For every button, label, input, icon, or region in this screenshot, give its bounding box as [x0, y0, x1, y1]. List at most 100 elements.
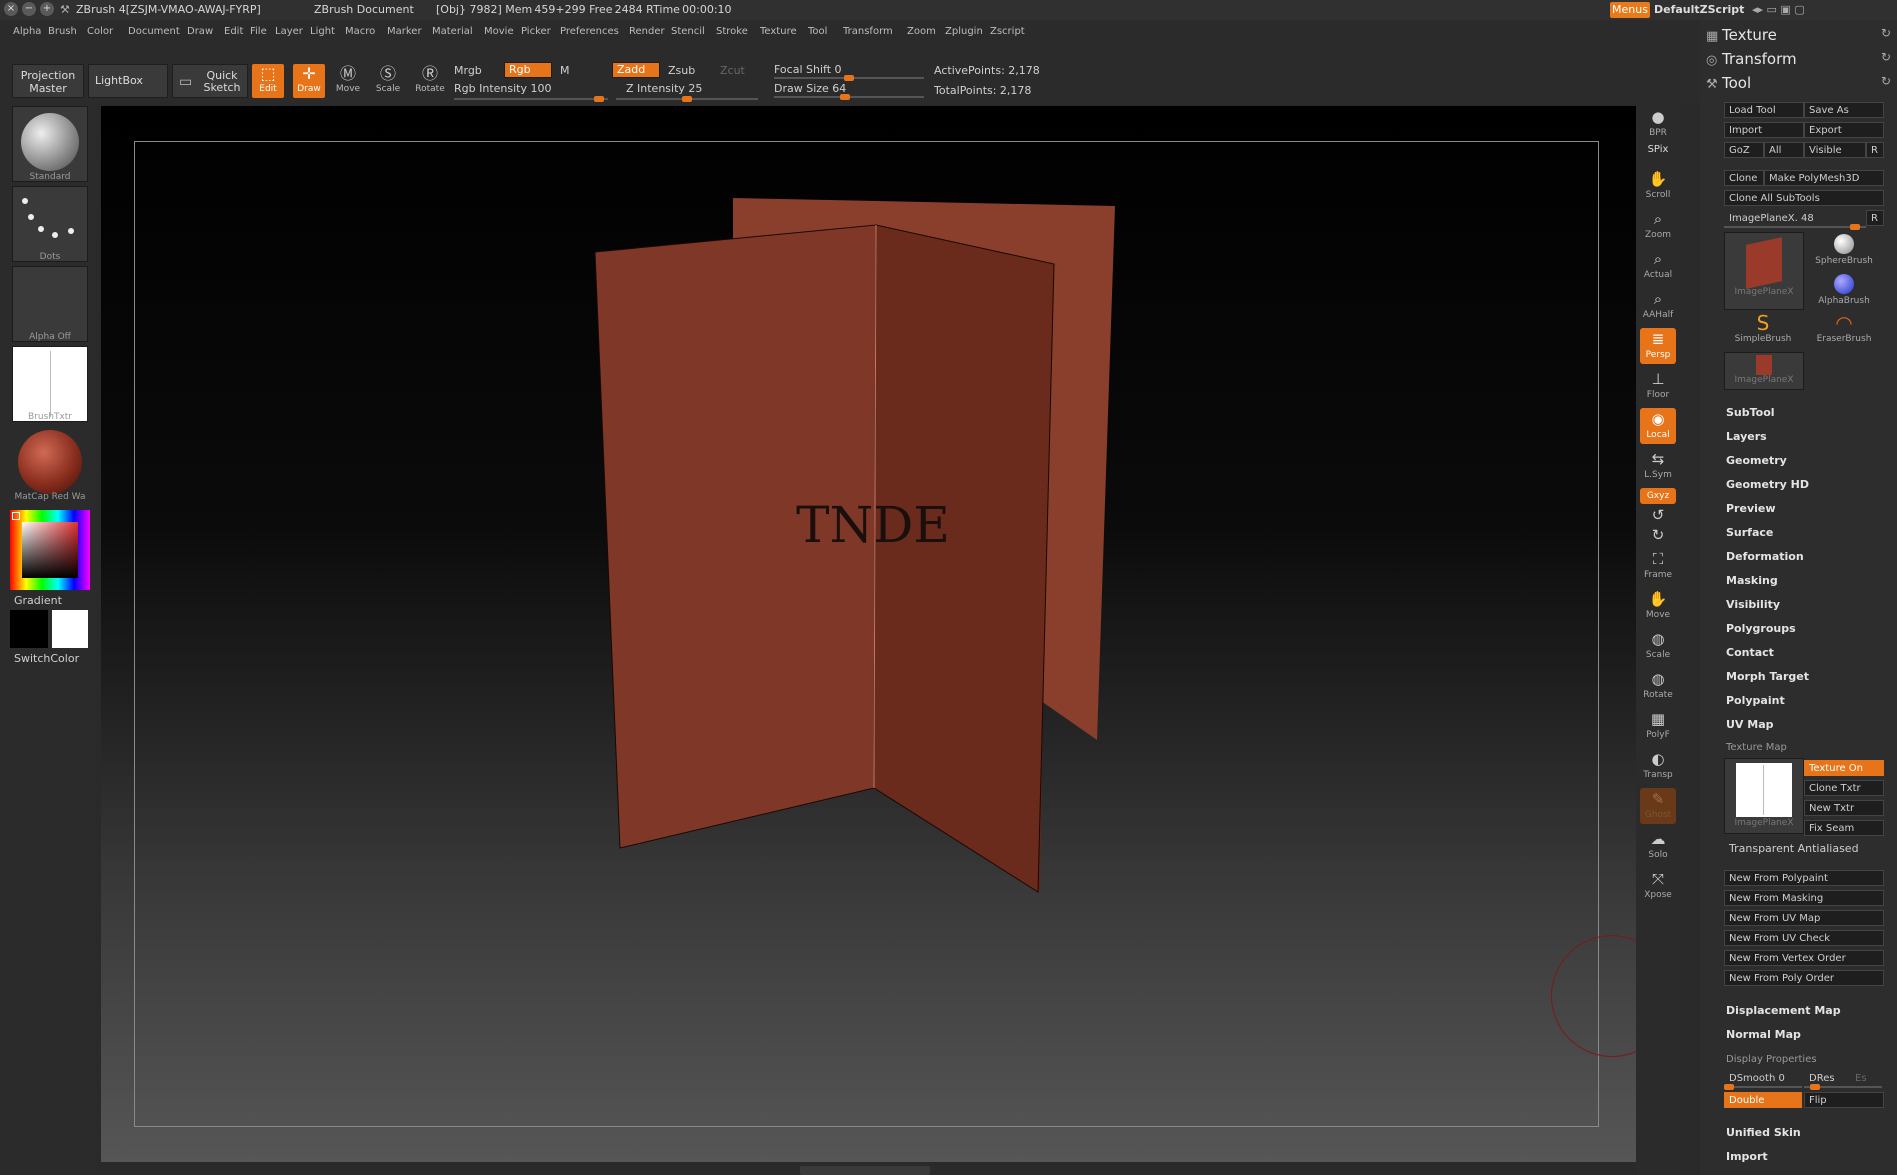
scroll-button[interactable]: ✋ Scroll — [1640, 168, 1676, 204]
tool-thumb-simplebrush[interactable]: S SimpleBrush — [1724, 312, 1802, 344]
color-picker[interactable] — [10, 510, 90, 590]
menu-document[interactable]: Document — [128, 26, 180, 37]
menu-zoom[interactable]: Zoom — [907, 26, 936, 37]
texture-palette-header[interactable]: ▦ Texture — [1706, 26, 1777, 44]
transp-button[interactable]: ◐ Transp — [1640, 748, 1676, 784]
menu-transform[interactable]: Transform — [843, 26, 893, 37]
display-properties-title[interactable]: Display Properties — [1726, 1054, 1817, 1065]
menu-render[interactable]: Render — [629, 26, 665, 37]
zoom-button[interactable]: ⌕ Zoom — [1640, 208, 1676, 244]
focal-shift-slider[interactable] — [774, 75, 924, 81]
flip-button[interactable]: Flip — [1804, 1092, 1884, 1108]
rgb-intensity-slider[interactable] — [454, 96, 608, 102]
rgb-intensity-knob[interactable] — [594, 96, 604, 102]
menu-zplugin[interactable]: Zplugin — [945, 26, 983, 37]
polygroups-menu[interactable]: Polygroups — [1726, 622, 1796, 635]
surface-menu[interactable]: Surface — [1726, 526, 1773, 539]
menu-marker[interactable]: Marker — [387, 26, 422, 37]
lsym-button[interactable]: ⇆ L.Sym — [1640, 448, 1676, 484]
secondary-color-swatch[interactable] — [52, 610, 88, 648]
zsub-button[interactable]: Zsub — [668, 64, 695, 77]
dsmooth-slider-track[interactable] — [1724, 1084, 1802, 1090]
texture-map-title[interactable]: Texture Map — [1726, 742, 1787, 753]
dres-knob[interactable] — [1810, 1084, 1820, 1090]
material-thumbnail[interactable] — [12, 426, 88, 502]
visible-button[interactable]: Visible — [1804, 142, 1866, 158]
menu-material[interactable]: Material — [432, 26, 473, 37]
local-button[interactable]: ◉ Local — [1640, 408, 1676, 444]
visibility-menu[interactable]: Visibility — [1726, 598, 1780, 611]
deformation-menu[interactable]: Deformation — [1726, 550, 1804, 563]
primary-color-swatch[interactable] — [10, 610, 48, 648]
unified-skin-menu[interactable]: Unified Skin — [1726, 1126, 1801, 1139]
reload-icon[interactable]: ↻ — [1881, 26, 1891, 40]
dres-slider-track[interactable] — [1804, 1084, 1882, 1090]
rgb-button[interactable]: Rgb — [504, 62, 552, 78]
save-as-button[interactable]: Save As — [1804, 102, 1884, 118]
tool-thumb-imageplane-2[interactable]: ImagePlaneX — [1724, 352, 1804, 390]
menu-texture[interactable]: Texture — [760, 26, 797, 37]
menu-picker[interactable]: Picker — [521, 26, 551, 37]
menu-edit[interactable]: Edit — [224, 26, 243, 37]
bpr-button[interactable]: ● BPR — [1640, 106, 1676, 142]
frame-button[interactable]: ⛶ Frame — [1640, 548, 1676, 584]
imageplane-slider-track[interactable] — [1724, 224, 1866, 230]
aahalf-button[interactable]: ⌕ AAHalf — [1640, 288, 1676, 324]
menu-brush[interactable]: Brush — [48, 26, 77, 37]
double-button[interactable]: Double — [1724, 1092, 1802, 1108]
clone-all-subtools-button[interactable]: Clone All SubTools — [1724, 190, 1884, 206]
import-button[interactable]: Import — [1724, 122, 1804, 138]
edit-button[interactable]: ⬚ Edit — [252, 64, 284, 98]
spix-button[interactable]: SPix — [1640, 144, 1676, 166]
rotate-button[interactable]: Ⓡ Rotate — [414, 64, 446, 98]
ghost-button[interactable]: ✎ Ghost — [1640, 788, 1676, 824]
texture-map-thumb[interactable]: ImagePlaneX — [1724, 758, 1804, 834]
uv-map-menu[interactable]: UV Map — [1726, 718, 1774, 731]
new-from-poly-order-button[interactable]: New From Poly Order — [1724, 970, 1884, 986]
actual-button[interactable]: ⌕ Actual — [1640, 248, 1676, 284]
tool-thumb-spherebrush[interactable]: SphereBrush — [1804, 232, 1884, 266]
z-intensity-slider[interactable] — [616, 96, 758, 102]
m-button[interactable]: M — [560, 64, 570, 77]
load-tool-button[interactable]: Load Tool — [1724, 102, 1804, 118]
clone-button[interactable]: Clone — [1724, 170, 1764, 186]
tool-thumb-imageplane[interactable]: ImagePlaneX — [1724, 232, 1804, 310]
reload-icon[interactable]: ↻ — [1881, 74, 1891, 88]
brush-thumbnail[interactable] — [12, 106, 88, 182]
menu-layer[interactable]: Layer — [275, 26, 303, 37]
maximize-icon[interactable]: + — [40, 2, 54, 16]
mrgb-button[interactable]: Mrgb — [454, 64, 482, 77]
polypaint-menu[interactable]: Polypaint — [1726, 694, 1785, 707]
normal-map-menu[interactable]: Normal Map — [1726, 1028, 1801, 1041]
bottom-tray-handle[interactable] — [800, 1166, 930, 1175]
reload-icon[interactable]: ↻ — [1881, 50, 1891, 64]
draw-size-knob[interactable] — [840, 94, 850, 100]
menu-stencil[interactable]: Stencil — [671, 26, 705, 37]
default-zscript[interactable]: DefaultZScript — [1654, 3, 1744, 16]
gradient-label[interactable]: Gradient — [14, 594, 62, 607]
menu-movie[interactable]: Movie — [484, 26, 514, 37]
geometry-menu[interactable]: Geometry — [1726, 454, 1787, 467]
color-square[interactable] — [22, 522, 78, 578]
tool-palette-header[interactable]: ⚒ Tool — [1706, 74, 1751, 92]
new-from-polypaint-button[interactable]: New From Polypaint — [1724, 870, 1884, 886]
new-from-masking-button[interactable]: New From Masking — [1724, 890, 1884, 906]
zadd-button[interactable]: Zadd — [612, 62, 660, 78]
morph-target-menu[interactable]: Morph Target — [1726, 670, 1809, 683]
texture-on-button[interactable]: Texture On — [1804, 760, 1884, 776]
menu-zscript[interactable]: Zscript — [990, 26, 1025, 37]
tool-thumb-eraserbrush[interactable]: ◠ EraserBrush — [1804, 312, 1884, 344]
tool-thumb-alphabrush[interactable]: AlphaBrush — [1804, 272, 1884, 306]
scale-button[interactable]: Ⓢ Scale — [372, 64, 404, 98]
new-from-uv-check-button[interactable]: New From UV Check — [1724, 930, 1884, 946]
alpha-thumbnail[interactable] — [12, 266, 88, 342]
menu-tool[interactable]: Tool — [808, 26, 827, 37]
subtool-menu[interactable]: SubTool — [1726, 406, 1775, 419]
xpose-button[interactable]: ⤧ Xpose — [1640, 868, 1676, 904]
imageplane-slider[interactable]: ImagePlaneX. 48 — [1724, 210, 1866, 226]
export-button[interactable]: Export — [1804, 122, 1884, 138]
quick-sketch-button[interactable]: ▭ Quick Sketch — [172, 64, 248, 98]
menu-stroke[interactable]: Stroke — [716, 26, 748, 37]
zcut-button[interactable]: Zcut — [720, 64, 745, 77]
solo-button[interactable]: ☁ Solo — [1640, 828, 1676, 864]
